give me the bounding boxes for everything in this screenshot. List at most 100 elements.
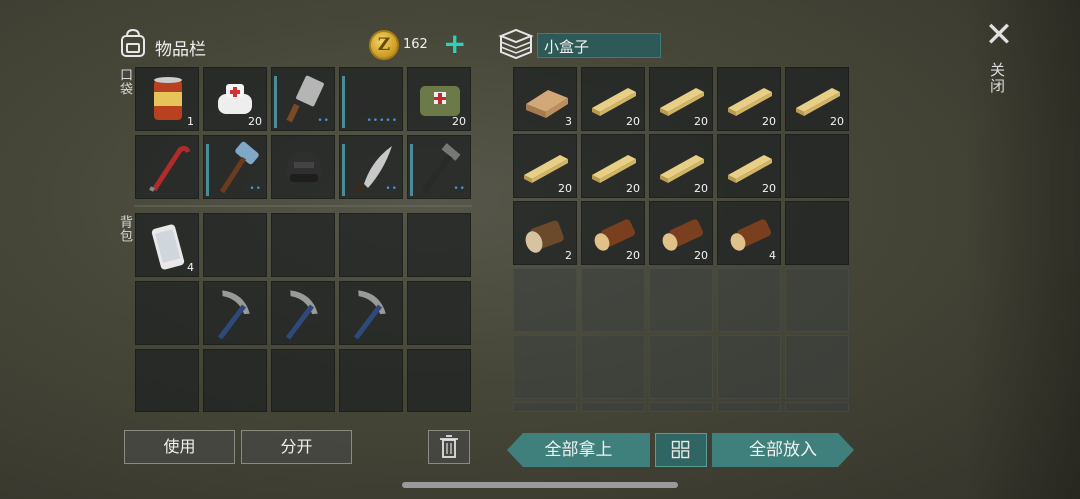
backpack-slot[interactable]	[203, 281, 267, 345]
coin-count: 162	[403, 37, 428, 52]
container-slot[interactable]	[581, 268, 645, 332]
durability-bar	[274, 76, 277, 128]
use-button[interactable]: 使用	[124, 430, 235, 464]
backpack-slot[interactable]	[339, 281, 403, 345]
pocket-slot[interactable]: ••	[203, 135, 267, 199]
durability-bar	[342, 76, 345, 128]
put-all-button[interactable]: 全部放入	[712, 433, 854, 467]
backpack-slot[interactable]	[203, 349, 267, 412]
pocket-slot[interactable]	[135, 135, 199, 199]
backpack-slot[interactable]	[339, 349, 403, 412]
pocket-slot[interactable]	[271, 135, 335, 199]
container-slot[interactable]: 20	[581, 67, 645, 131]
pocket-label: 口袋	[117, 68, 132, 96]
item-quantity: 20	[626, 249, 640, 262]
backpack-slot[interactable]	[407, 213, 471, 277]
trash-button[interactable]	[428, 430, 470, 464]
condition-dots: ••	[453, 184, 466, 194]
close-label[interactable]: 关闭	[988, 62, 1008, 94]
split-button[interactable]: 分开	[241, 430, 352, 464]
home-indicator	[402, 482, 678, 488]
inventory-title: 物品栏	[155, 40, 206, 60]
sort-button[interactable]	[655, 433, 707, 467]
pocket-slot[interactable]: 20	[203, 67, 267, 131]
backpack-slot[interactable]: 4	[135, 213, 199, 277]
container-slot[interactable]: 20	[717, 134, 781, 198]
container-slot[interactable]: 20	[717, 67, 781, 131]
container-slot[interactable]: 20	[649, 134, 713, 198]
grid-sort-icon	[671, 440, 690, 459]
container-slot[interactable]	[649, 335, 713, 399]
container-slot[interactable]	[785, 335, 849, 399]
backpack-slot[interactable]	[271, 213, 335, 277]
container-name-field[interactable]: 小盒子	[537, 33, 661, 58]
pocket-slot[interactable]: ••	[271, 67, 335, 131]
durability-bar	[410, 144, 413, 196]
item-quantity: 20	[830, 115, 844, 128]
backpack-slot[interactable]	[271, 349, 335, 412]
container-slot[interactable]: 3	[513, 67, 577, 131]
section-divider	[134, 205, 472, 207]
item-quantity: 20	[762, 182, 776, 195]
pickaxe-icon	[286, 290, 318, 340]
container-slot[interactable]: 20	[581, 201, 645, 265]
container-slot[interactable]	[581, 335, 645, 399]
pickaxe-icon	[354, 290, 386, 340]
container-slot[interactable]	[785, 201, 849, 265]
container-slot[interactable]: 20	[513, 134, 577, 198]
item-quantity: 20	[626, 115, 640, 128]
pocket-slot[interactable]: ••	[339, 135, 403, 199]
backpack-slot[interactable]	[407, 281, 471, 345]
container-slot[interactable]	[649, 402, 713, 412]
item-quantity: 20	[694, 115, 708, 128]
pocket-slot[interactable]: 20	[407, 67, 471, 131]
coin-icon: Z	[369, 30, 399, 60]
pocket-slot[interactable]: 1	[135, 67, 199, 131]
container-slot[interactable]: 2	[513, 201, 577, 265]
container-slot[interactable]: 20	[649, 67, 713, 131]
condition-dots: ••	[317, 116, 330, 126]
item-quantity: 20	[626, 182, 640, 195]
backpack-slot[interactable]	[407, 349, 471, 412]
take-all-button[interactable]: 全部拿上	[507, 433, 650, 467]
pocket-slot[interactable]: ••	[407, 135, 471, 199]
container-slot[interactable]	[513, 335, 577, 399]
item-quantity: 20	[694, 249, 708, 262]
container-slot[interactable]: 20	[649, 201, 713, 265]
item-quantity: 1	[187, 115, 194, 128]
item-quantity: 4	[769, 249, 776, 262]
condition-dots: •••••	[366, 116, 398, 126]
item-quantity: 20	[248, 115, 262, 128]
close-icon[interactable]: ✕	[984, 18, 1014, 52]
backpack-slot[interactable]	[135, 349, 199, 412]
container-slot[interactable]	[513, 402, 577, 412]
backpack-slot[interactable]	[271, 281, 335, 345]
helmet-icon	[286, 152, 322, 182]
container-slot[interactable]: 20	[581, 134, 645, 198]
container-slot[interactable]	[581, 402, 645, 412]
container-slot[interactable]	[785, 402, 849, 412]
durability-bar	[342, 144, 345, 196]
container-slot[interactable]: 4	[717, 201, 781, 265]
backpack-slot[interactable]	[339, 213, 403, 277]
condition-dots: ••	[249, 184, 262, 194]
container-slot[interactable]	[649, 268, 713, 332]
container-slot[interactable]: 20	[785, 67, 849, 131]
backpack-label: 背包	[117, 215, 132, 243]
container-slot[interactable]	[717, 402, 781, 412]
durability-bar	[206, 144, 209, 196]
trash-icon	[440, 435, 458, 458]
container-slot[interactable]	[513, 268, 577, 332]
container-slot[interactable]	[717, 268, 781, 332]
item-quantity: 20	[762, 115, 776, 128]
container-slot[interactable]	[785, 268, 849, 332]
backpack-slot[interactable]	[203, 213, 267, 277]
container-slot[interactable]	[717, 335, 781, 399]
pocket-slot[interactable]: •••••	[339, 67, 403, 131]
right-panel-shade	[965, 0, 1080, 499]
item-quantity: 3	[565, 115, 572, 128]
backpack-slot[interactable]	[135, 281, 199, 345]
add-coins-button[interactable]: +	[443, 29, 466, 59]
container-slot[interactable]	[785, 134, 849, 198]
crowbar-icon	[149, 145, 191, 192]
